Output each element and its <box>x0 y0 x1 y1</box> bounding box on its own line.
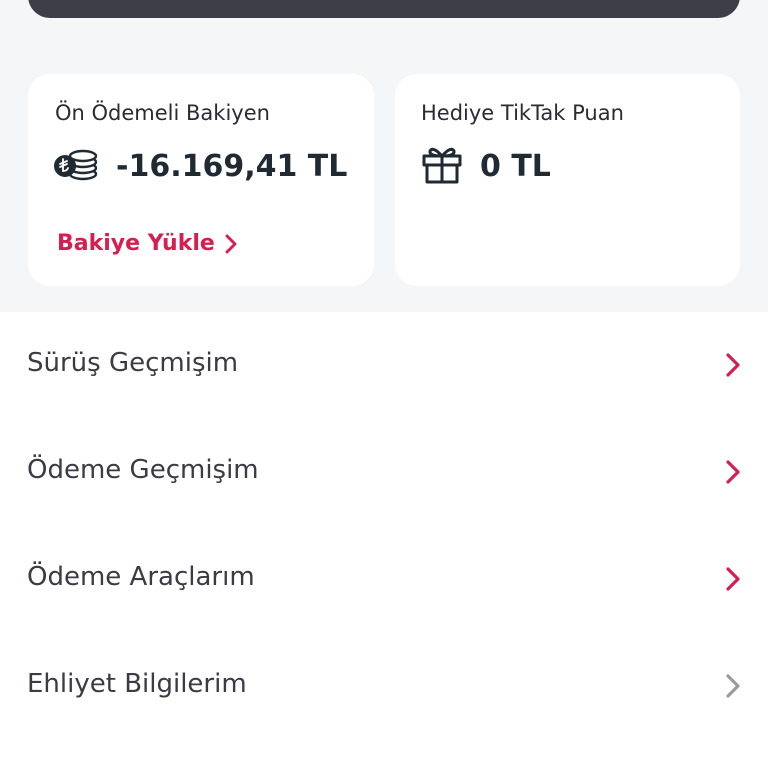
gift-points-card: Hediye TikTak Puan 0 TL <box>395 74 740 286</box>
menu-item-label: Ödeme Geçmişim <box>27 455 259 485</box>
gift-points-amount: 0 TL <box>480 148 551 184</box>
gift-points-row: 0 TL <box>421 146 551 186</box>
menu-item-driving-license[interactable]: Ehliyet Bilgilerim <box>0 633 768 740</box>
gift-points-title: Hediye TikTak Puan <box>421 101 624 125</box>
chevron-right-icon <box>726 674 740 698</box>
prepaid-balance-amount: -16.169,41 TL <box>116 148 348 184</box>
top-banner[interactable] <box>28 0 740 18</box>
prepaid-balance-row: -16.169,41 TL <box>53 146 347 186</box>
chevron-right-icon <box>225 234 237 253</box>
menu-item-payment-methods[interactable]: Ödeme Araçlarım <box>0 526 768 633</box>
menu-item-label: Ödeme Araçlarım <box>27 562 255 592</box>
prepaid-balance-card: Ön Ödemeli Bakiyen -16.169,41 TL Bakiye … <box>28 74 374 286</box>
menu-item-label: Ehliyet Bilgilerim <box>27 669 247 699</box>
menu-item-label: Sürüş Geçmişim <box>27 348 239 378</box>
coins-icon <box>53 146 99 186</box>
menu-item-ride-history[interactable]: Sürüş Geçmişim <box>0 312 768 419</box>
top-up-balance-link[interactable]: Bakiye Yükle <box>57 231 237 256</box>
chevron-right-icon <box>726 567 740 591</box>
wallet-section: Ön Ödemeli Bakiyen -16.169,41 TL Bakiye … <box>0 0 768 312</box>
chevron-right-icon <box>726 353 740 377</box>
prepaid-balance-title: Ön Ödemeli Bakiyen <box>55 101 270 125</box>
gift-icon <box>421 144 463 188</box>
top-up-balance-label: Bakiye Yükle <box>57 231 215 256</box>
chevron-right-icon <box>726 460 740 484</box>
account-menu: Sürüş Geçmişim Ödeme Geçmişim Ödeme Araç… <box>0 312 768 740</box>
menu-item-payment-history[interactable]: Ödeme Geçmişim <box>0 419 768 526</box>
